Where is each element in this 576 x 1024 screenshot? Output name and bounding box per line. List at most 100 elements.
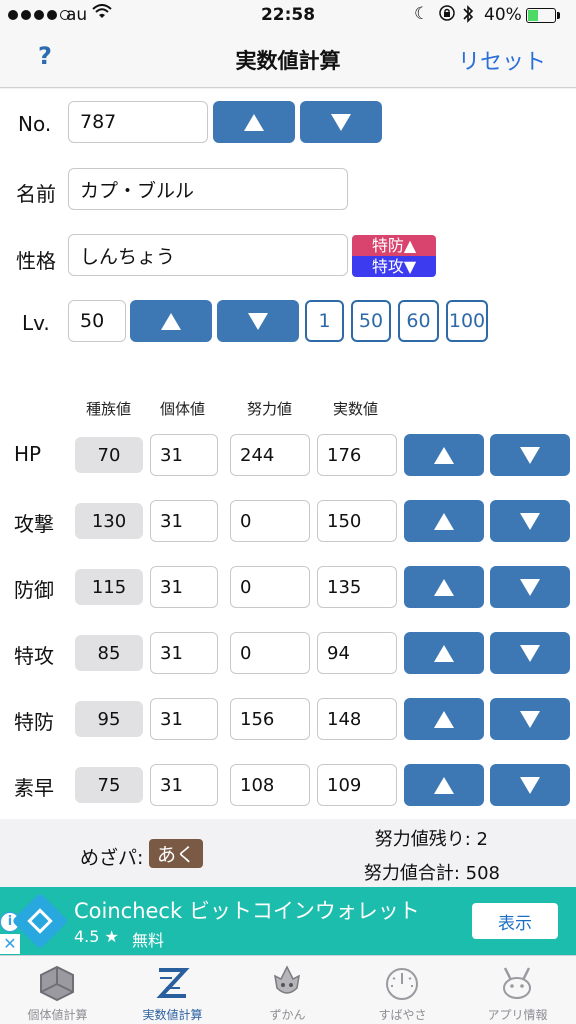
stat-name: 攻撃 (14, 512, 54, 536)
stat-down-button[interactable] (490, 566, 570, 608)
ev-input[interactable]: 108 (230, 764, 310, 806)
ev-input[interactable]: 0 (230, 500, 310, 542)
ad-title: Coincheck ビットコインウォレット (74, 899, 420, 923)
stat-name: 特防 (14, 710, 54, 734)
stat-row: 特攻 85 31 0 94 (0, 632, 576, 674)
iv-input[interactable]: 31 (150, 632, 218, 674)
tab-label: アプリ情報 (487, 1008, 548, 1022)
iv-input[interactable]: 31 (150, 698, 218, 740)
tab-label: ずかん (269, 1008, 306, 1022)
reset-button[interactable]: リセット (458, 44, 546, 76)
stat-up-button[interactable] (404, 698, 484, 740)
stat-up-button[interactable] (404, 566, 484, 608)
tab-label: 個体値計算 (27, 1008, 88, 1022)
up-arrow-icon (244, 113, 264, 131)
battery-percent: 40% (484, 5, 522, 25)
tab-app-info[interactable]: アプリ情報 (460, 956, 575, 1024)
actual-stat-input[interactable]: 148 (317, 698, 397, 740)
iv-input[interactable]: 31 (150, 566, 218, 608)
base-stat-value: 130 (75, 503, 143, 539)
column-header-base: 種族値 (86, 400, 132, 418)
stat-up-button[interactable] (404, 632, 484, 674)
actual-stat-input[interactable]: 176 (317, 434, 397, 476)
iv-input[interactable]: 31 (150, 764, 218, 806)
down-arrow-icon (331, 113, 351, 131)
actual-stat-input[interactable]: 150 (317, 500, 397, 542)
hidden-power-type-badge: あく (149, 839, 204, 868)
up-arrow-icon (161, 312, 181, 330)
rotation-lock-icon (438, 4, 456, 27)
stat-row: HP 70 31 244 176 (0, 434, 576, 476)
ev-input[interactable]: 156 (230, 698, 310, 740)
column-header-actual: 実数値 (333, 400, 379, 418)
stat-up-button[interactable] (404, 434, 484, 476)
stat-name: 素早 (14, 776, 54, 800)
ad-price: 無料 (132, 931, 165, 950)
tab-label: すばやさ (378, 1008, 427, 1022)
down-arrow-icon (520, 446, 540, 464)
stat-down-button[interactable] (490, 434, 570, 476)
status-bar: au 22:58 ☾ 40% (0, 0, 576, 32)
name-input[interactable]: カプ・ブルル (68, 168, 348, 210)
stat-row: 素早 75 31 108 109 (0, 764, 576, 806)
down-arrow-icon (520, 710, 540, 728)
lv-quick-60[interactable]: 60 (398, 300, 439, 342)
nature-input[interactable]: しんちょう (68, 234, 348, 276)
actual-stat-input[interactable]: 135 (317, 566, 397, 608)
down-arrow-icon (248, 312, 268, 330)
actual-stat-input[interactable]: 94 (317, 632, 397, 674)
ad-rating: 4.5 ★ (74, 927, 119, 946)
down-arrow-icon (520, 512, 540, 530)
stat-down-button[interactable] (490, 698, 570, 740)
nature-label: 性格 (16, 249, 56, 273)
stat-up-button[interactable] (404, 764, 484, 806)
iv-input[interactable]: 31 (150, 434, 218, 476)
no-input[interactable]: 787 (68, 101, 208, 143)
lv-quick-50[interactable]: 50 (351, 300, 391, 342)
tab-actual-calc[interactable]: 実数値計算 (115, 956, 230, 1024)
tab-speed[interactable]: すばやさ (345, 956, 460, 1024)
no-down-button[interactable] (300, 101, 382, 143)
lv-label: Lv. (22, 311, 50, 335)
lv-quick-1[interactable]: 1 (305, 300, 344, 342)
base-stat-value: 85 (75, 635, 143, 671)
speedometer-icon (386, 968, 418, 1000)
ev-input[interactable]: 0 (230, 632, 310, 674)
summary-strip: めざパ: あく 努力値残り: 2 努力値合計: 508 (0, 819, 576, 887)
pokedex-icon (274, 965, 300, 994)
tab-pokedex[interactable]: ずかん (230, 956, 345, 1024)
stat-name: 防御 (14, 578, 54, 602)
iv-input[interactable]: 31 (150, 500, 218, 542)
up-arrow-icon (434, 710, 454, 728)
ev-input[interactable]: 244 (230, 434, 310, 476)
bluetooth-icon (462, 4, 474, 29)
base-stat-value: 95 (75, 701, 143, 737)
lv-down-button[interactable] (217, 300, 299, 342)
tab-label: 実数値計算 (142, 1008, 203, 1022)
stat-row: 攻撃 130 31 0 150 (0, 500, 576, 542)
stat-down-button[interactable] (490, 632, 570, 674)
stat-name: HP (14, 442, 42, 466)
no-up-button[interactable] (213, 101, 295, 143)
battery-tip (557, 12, 560, 19)
hidden-power-label: めざパ: (80, 847, 144, 869)
stat-up-button[interactable] (404, 500, 484, 542)
ad-close-icon[interactable]: ✕ (0, 934, 20, 954)
actual-stat-input[interactable]: 109 (317, 764, 397, 806)
ad-banner[interactable]: i ✕ Coincheck ビットコインウォレット 4.5 ★ 無料 表示 (0, 887, 576, 955)
stat-down-button[interactable] (490, 500, 570, 542)
ev-input[interactable]: 0 (230, 566, 310, 608)
lv-up-button[interactable] (130, 300, 212, 342)
down-arrow-icon (520, 578, 540, 596)
moon-icon: ☾ (414, 4, 430, 24)
stat-down-button[interactable] (490, 764, 570, 806)
stat-name: 特攻 (14, 644, 54, 668)
ad-open-button[interactable]: 表示 (472, 903, 558, 939)
down-arrow-icon (520, 776, 540, 794)
pikachu-icon (503, 967, 531, 999)
up-arrow-icon (434, 446, 454, 464)
tab-iv-calc[interactable]: 個体値計算 (0, 956, 115, 1024)
up-arrow-icon (434, 578, 454, 596)
lv-quick-100[interactable]: 100 (446, 300, 488, 342)
lv-input[interactable]: 50 (68, 300, 126, 342)
